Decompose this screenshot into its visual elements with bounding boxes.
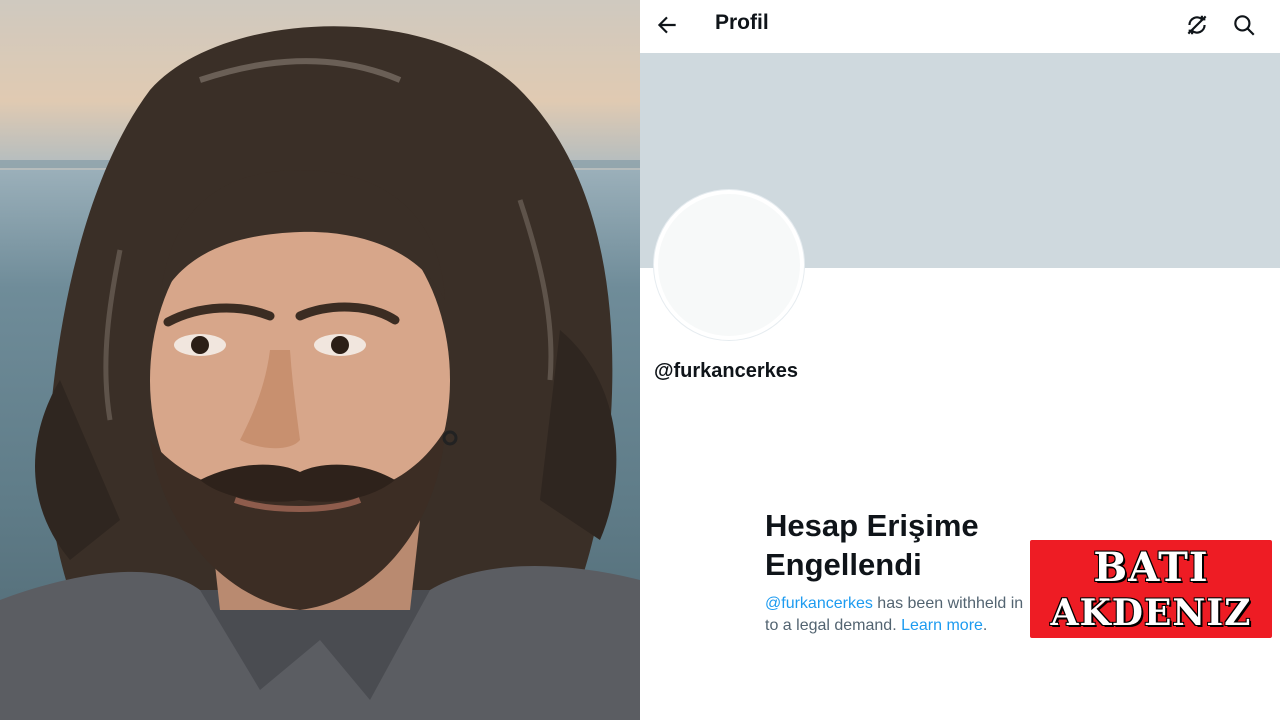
withheld-text-mid: has been withheld in: [872, 595, 1024, 612]
portrait-photo: [0, 0, 640, 720]
page-title: Profil: [715, 11, 769, 34]
withheld-title-line2: Engellendi: [765, 547, 922, 582]
profile-handle: @furkancerkes: [654, 360, 799, 382]
logo-line2: AKDENIZ: [1050, 592, 1252, 634]
arrow-left-icon[interactable]: [654, 12, 680, 38]
sync-icon[interactable]: [1184, 12, 1210, 38]
withheld-message: @furkancerkes has been withheld in to a l…: [765, 593, 1045, 637]
logo-line1: BATI: [1093, 544, 1209, 591]
withheld-text-line2: to a legal demand.: [765, 617, 902, 634]
bati-akdeniz-logo: BATI AKDENIZ: [1030, 540, 1272, 638]
withheld-title-line1: Hesap Erişime: [765, 508, 979, 543]
search-icon[interactable]: [1231, 12, 1257, 38]
top-bar: Profil: [640, 0, 1280, 53]
avatar[interactable]: [654, 190, 804, 340]
withheld-title: Hesap Erişime Engellendi: [765, 506, 1055, 584]
learn-more-link[interactable]: Learn more: [901, 617, 983, 634]
mention-link[interactable]: @furkancerkes: [765, 595, 873, 612]
withheld-period: .: [982, 617, 988, 634]
